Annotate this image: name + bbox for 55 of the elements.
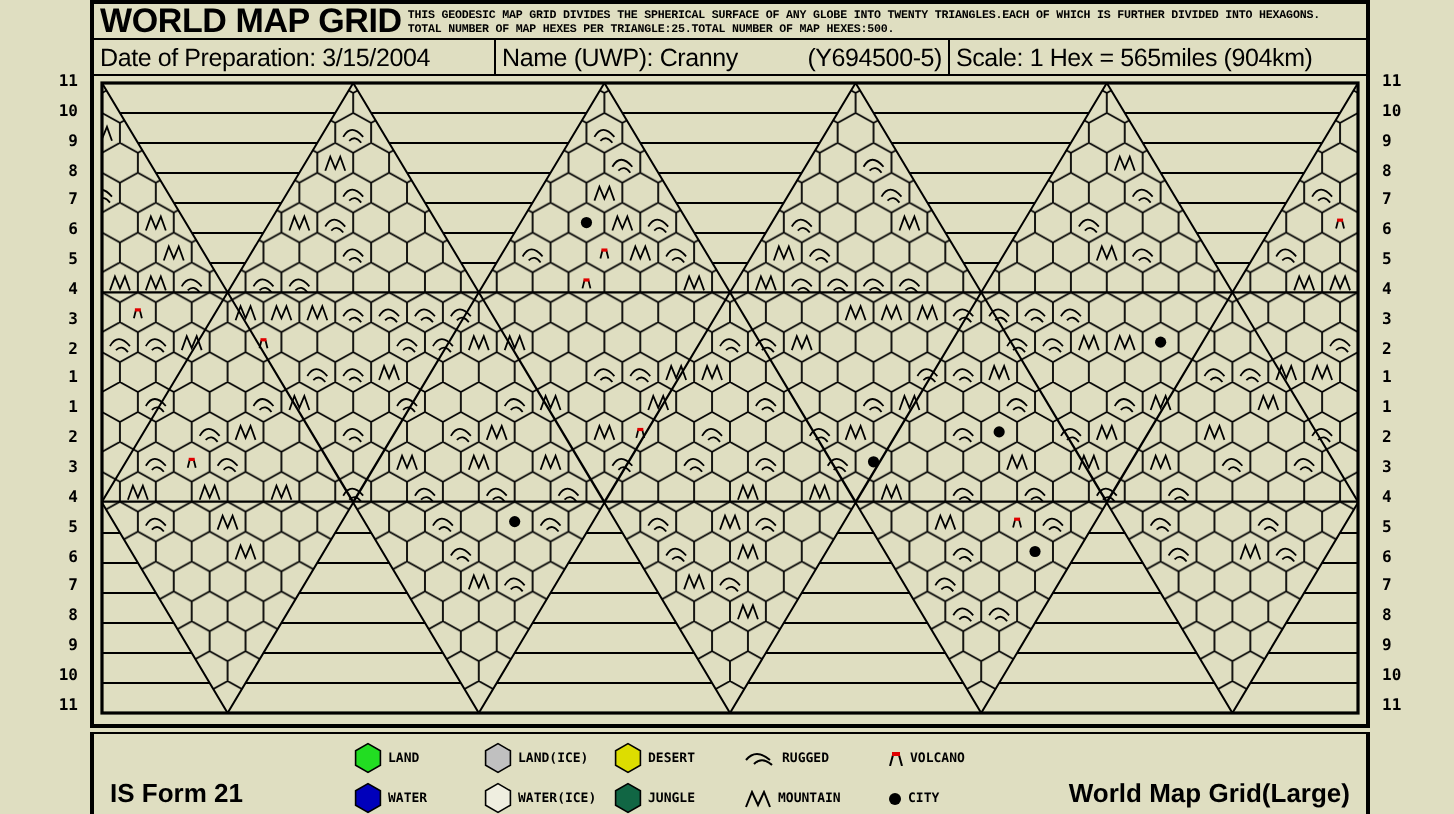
row-number: 4 bbox=[68, 487, 78, 508]
row-number: 2 bbox=[1382, 339, 1392, 360]
city-icon bbox=[888, 791, 902, 805]
row-number: 1 bbox=[1382, 368, 1392, 389]
map-scale: Scale: 1 Hex = 565miles (904km) bbox=[956, 43, 1313, 71]
row-number: 8 bbox=[1382, 606, 1392, 627]
row-number: 11 bbox=[58, 72, 78, 92]
uwp-code: (Y694500-5) bbox=[807, 43, 942, 71]
row-number: 3 bbox=[68, 457, 78, 478]
mountain-icon bbox=[744, 789, 772, 807]
world-name: Name (UWP): Cranny bbox=[502, 43, 738, 71]
row-number: 10 bbox=[1382, 665, 1402, 686]
row-number: 10 bbox=[58, 665, 78, 686]
row-number: 2 bbox=[68, 428, 78, 449]
row-number: 11 bbox=[58, 695, 78, 716]
row-number: 6 bbox=[68, 220, 78, 241]
row-number: 7 bbox=[1382, 190, 1392, 211]
row-number: 9 bbox=[68, 636, 78, 657]
row-number: 9 bbox=[1382, 131, 1392, 152]
row-number: 5 bbox=[68, 250, 78, 271]
form-title: WORLD MAP GRID bbox=[100, 1, 402, 41]
rugged-icon bbox=[744, 750, 776, 766]
row-number: 5 bbox=[1382, 517, 1392, 538]
row-number: 8 bbox=[1382, 161, 1392, 182]
volcano-icon bbox=[888, 750, 904, 766]
row-number: 4 bbox=[1382, 279, 1392, 300]
row-number: 11 bbox=[1382, 72, 1402, 92]
form-id: IS Form 21 bbox=[110, 778, 245, 808]
row-number: 9 bbox=[1382, 636, 1392, 657]
row-number: 7 bbox=[68, 576, 78, 597]
preparation-date: Date of Preparation: 3/15/2004 bbox=[100, 43, 430, 71]
row-number: 8 bbox=[68, 606, 78, 627]
row-number: 3 bbox=[1382, 309, 1392, 330]
row-number: 4 bbox=[1382, 487, 1392, 508]
row-number: 4 bbox=[68, 279, 78, 300]
row-number: 3 bbox=[68, 309, 78, 330]
row-number: 8 bbox=[68, 161, 78, 182]
row-number: 6 bbox=[68, 547, 78, 567]
row-number: 9 bbox=[68, 131, 78, 152]
row-number: 6 bbox=[1382, 547, 1392, 567]
row-number: 1 bbox=[68, 368, 78, 389]
sheet-title: World Map Grid(Large) bbox=[1068, 778, 1350, 808]
row-number: 2 bbox=[68, 339, 78, 360]
row-number: 1 bbox=[68, 398, 78, 419]
row-number: 1 bbox=[1382, 398, 1392, 419]
row-number: 10 bbox=[1382, 101, 1402, 122]
row-number: 5 bbox=[68, 517, 78, 538]
row-number: 6 bbox=[1382, 220, 1392, 241]
row-number: 11 bbox=[1382, 695, 1402, 716]
row-number: 3 bbox=[1382, 457, 1392, 478]
row-number: 5 bbox=[1382, 250, 1392, 271]
row-number: 7 bbox=[68, 190, 78, 211]
row-number: 2 bbox=[1382, 428, 1392, 449]
row-number: 10 bbox=[58, 101, 78, 122]
row-number: 7 bbox=[1382, 576, 1392, 597]
